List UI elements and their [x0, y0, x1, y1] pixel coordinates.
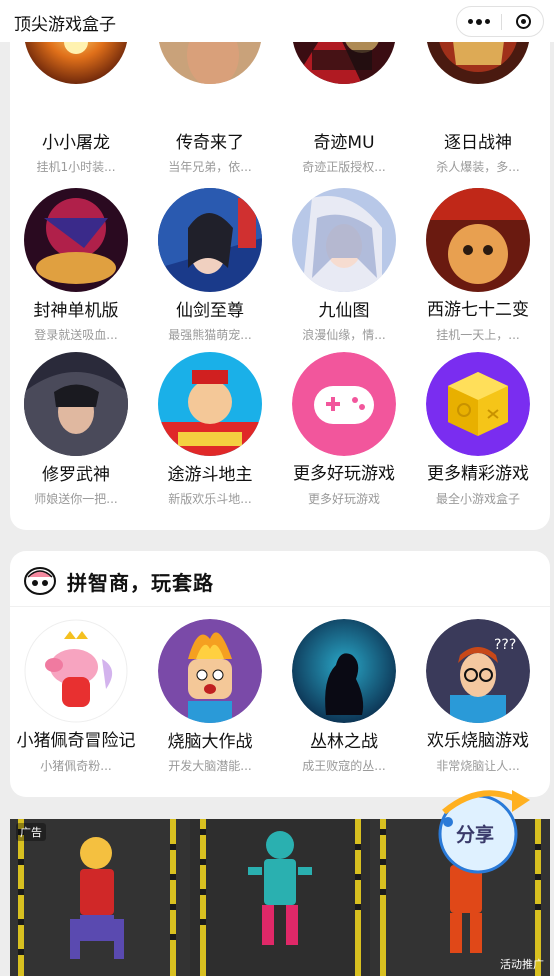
game-item[interactable]: 逐日战神 杀人爆装，多... [412, 0, 542, 180]
game-name: 西游七十二变 [427, 300, 529, 320]
game-desc: 挂机一天上，... [436, 328, 520, 342]
game-icon-jiuxian [292, 188, 396, 292]
game-desc: 浪漫仙缘，情... [302, 328, 386, 342]
ad-promo-label: 活动推广 [500, 958, 544, 971]
game-item[interactable]: 小猪佩奇冒险记 小猪佩奇粉... [10, 619, 140, 779]
gamepad-icon [292, 352, 396, 456]
puzzle-games-card: 拼智商，玩套路 小猪佩奇冒险记 小猪佩奇粉... 烧脑大作战 开发大脑潜能...… [10, 551, 550, 797]
cube-icon [426, 352, 530, 456]
game-icon-happy-brain: ??? [426, 619, 530, 723]
game-icon-xiuluo [24, 352, 128, 456]
more-dots-icon[interactable] [457, 7, 501, 36]
game-name: 逐日战神 [444, 133, 512, 153]
game-desc: 小猪佩奇粉... [40, 759, 112, 773]
game-icon-shaonao [158, 619, 262, 723]
game-name: 欢乐烧脑游戏 [427, 731, 529, 751]
game-item[interactable]: 奇迹MU 奇迹正版授权... [278, 0, 408, 180]
top-bar: 顶尖游戏盒子 [0, 0, 554, 42]
game-item[interactable]: 封神单机版 登录就送吸血... [10, 188, 140, 348]
game-desc: 挂机1小时装... [36, 160, 116, 174]
game-item[interactable]: 九仙图 浪漫仙缘，情... [278, 188, 408, 348]
game-desc: 奇迹正版授权... [302, 160, 386, 174]
capsule-menu [456, 6, 544, 37]
game-grid-card: 小小屠龙 挂机1小时装... 传奇来了 当年兄弟，依... 奇迹MU 奇迹正版授… [10, 0, 550, 530]
game-desc: 新版欢乐斗地... [168, 492, 252, 506]
game-name: 丛林之战 [310, 732, 378, 752]
game-item[interactable]: 小小屠龙 挂机1小时装... [10, 0, 140, 180]
game-name: 更多精彩游戏 [427, 464, 529, 484]
game-desc: 非常烧脑让人... [436, 759, 520, 773]
game-icon-xiyou [426, 188, 530, 292]
game-desc: 开发大脑潜能... [168, 759, 252, 773]
game-desc: 登录就送吸血... [34, 328, 118, 342]
game-item[interactable]: ??? 欢乐烧脑游戏 非常烧脑让人... [412, 619, 542, 779]
game-name: 小小屠龙 [42, 133, 110, 153]
app-title: 顶尖游戏盒子 [14, 15, 116, 35]
game-name: 九仙图 [318, 301, 370, 321]
game-desc: 最强熊猫萌宠... [168, 328, 252, 342]
game-icon-peppa [24, 619, 128, 723]
game-icon-xianjian [158, 188, 262, 292]
section-header: 拼智商，玩套路 [10, 551, 550, 607]
brain-logo-icon [24, 565, 56, 595]
game-desc: 更多好玩游戏 [307, 492, 380, 506]
capsule-divider [501, 14, 502, 30]
game-item[interactable]: 更多好玩游戏 更多好玩游戏 [278, 352, 408, 512]
game-item[interactable]: 西游七十二变 挂机一天上，... [412, 188, 542, 348]
ad-badge[interactable]: 广告 [16, 823, 46, 841]
game-name: 更多好玩游戏 [293, 464, 395, 484]
game-desc: 师娘送你一把... [34, 492, 118, 506]
svg-text:???: ??? [494, 637, 516, 653]
close-target-icon[interactable] [516, 14, 531, 29]
section-title: 拼智商，玩套路 [67, 571, 214, 595]
game-name: 烧脑大作战 [167, 732, 253, 752]
game-item[interactable]: 途游斗地主 新版欢乐斗地... [144, 352, 274, 512]
game-item[interactable]: 仙剑至尊 最强熊猫萌宠... [144, 188, 274, 348]
game-item[interactable]: 丛林之战 成王败寇的丛... [278, 619, 408, 779]
game-name: 仙剑至尊 [176, 301, 244, 321]
game-name: 小猪佩奇冒险记 [16, 731, 136, 751]
game-name: 封神单机版 [33, 301, 119, 321]
game-desc: 当年兄弟，依... [168, 160, 252, 174]
share-button[interactable]: 分享 [420, 782, 540, 882]
game-icon-fengshen [24, 188, 128, 292]
game-name: 奇迹MU [313, 133, 375, 153]
game-item[interactable]: 传奇来了 当年兄弟，依... [144, 0, 274, 180]
game-name: 修罗武神 [42, 465, 110, 485]
game-name: 传奇来了 [176, 133, 244, 153]
game-icon-doudizhu [158, 352, 262, 456]
game-item[interactable]: 更多精彩游戏 最全小游戏盒子 [412, 352, 542, 512]
game-name: 途游斗地主 [167, 465, 253, 485]
game-desc: 成王败寇的丛... [302, 759, 386, 773]
game-desc: 最全小游戏盒子 [435, 492, 520, 506]
game-desc: 杀人爆装，多... [436, 160, 520, 174]
game-item[interactable]: 修罗武神 师娘送你一把... [10, 352, 140, 512]
game-icon-jungle [292, 619, 396, 723]
share-label: 分享 [456, 824, 495, 846]
game-item[interactable]: 烧脑大作战 开发大脑潜能... [144, 619, 274, 779]
